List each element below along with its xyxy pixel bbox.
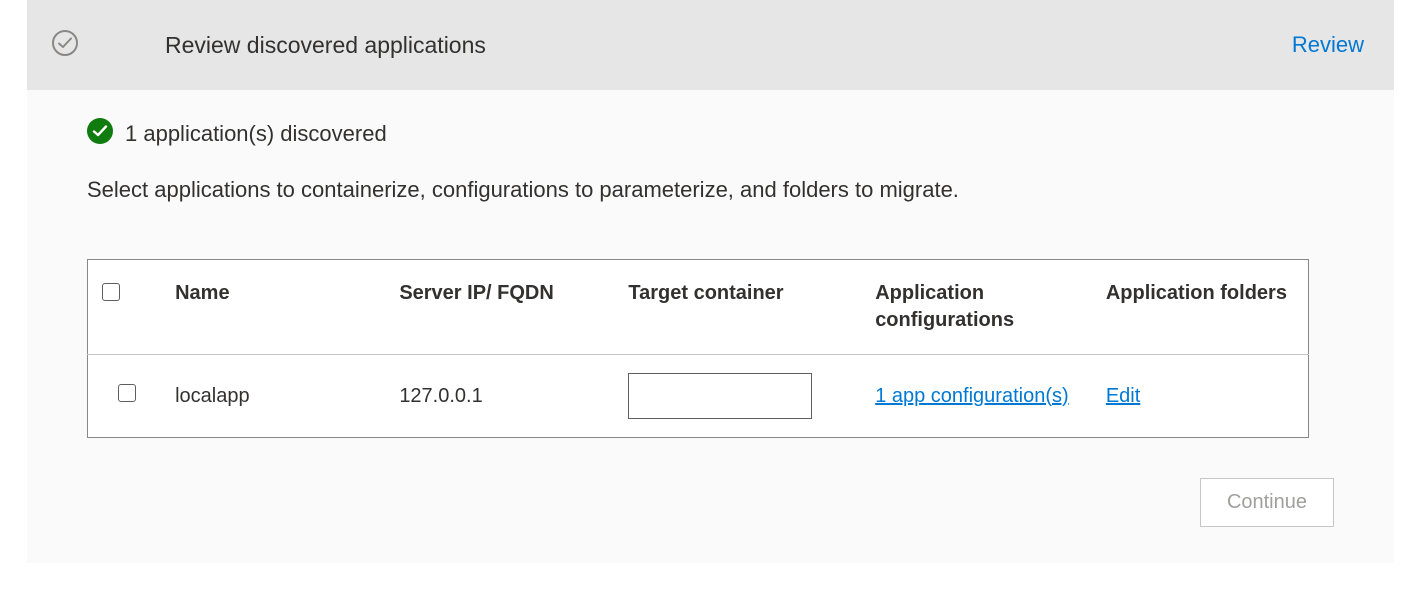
button-row: Continue xyxy=(87,478,1334,527)
table-row: localapp 127.0.0.1 1 app configuration(s… xyxy=(88,355,1309,438)
row-checkbox[interactable] xyxy=(118,384,136,402)
step-complete-icon xyxy=(51,29,79,62)
row-checkbox-cell xyxy=(88,355,166,438)
description-text: Select applications to containerize, con… xyxy=(87,177,1334,203)
review-panel: Review discovered applications Review 1 … xyxy=(27,0,1394,563)
header-checkbox-cell xyxy=(88,260,166,355)
row-name: localapp xyxy=(165,355,389,438)
header-target: Target container xyxy=(618,260,865,355)
success-icon xyxy=(87,118,113,149)
status-text: 1 application(s) discovered xyxy=(125,121,387,147)
panel-content: 1 application(s) discovered Select appli… xyxy=(27,90,1394,563)
row-server: 127.0.0.1 xyxy=(389,355,618,438)
status-row: 1 application(s) discovered xyxy=(87,118,1334,149)
edit-folders-link[interactable]: Edit xyxy=(1106,382,1140,411)
row-target-cell xyxy=(618,355,865,438)
review-link[interactable]: Review xyxy=(1292,32,1364,58)
target-container-input[interactable] xyxy=(628,373,812,419)
continue-button[interactable]: Continue xyxy=(1200,478,1334,527)
header-config: Application configurations xyxy=(865,260,1096,355)
select-all-checkbox[interactable] xyxy=(102,283,120,301)
header-server: Server IP/ FQDN xyxy=(389,260,618,355)
panel-header: Review discovered applications Review xyxy=(27,0,1394,90)
applications-table: Name Server IP/ FQDN Target container Ap… xyxy=(87,259,1309,438)
app-configurations-link[interactable]: 1 app configuration(s) xyxy=(875,382,1068,411)
row-config-cell: 1 app configuration(s) xyxy=(865,355,1096,438)
row-folders-cell: Edit xyxy=(1096,355,1309,438)
panel-title: Review discovered applications xyxy=(165,32,1292,59)
header-folders: Application folders xyxy=(1096,260,1309,355)
header-name: Name xyxy=(165,260,389,355)
table-header-row: Name Server IP/ FQDN Target container Ap… xyxy=(88,260,1309,355)
